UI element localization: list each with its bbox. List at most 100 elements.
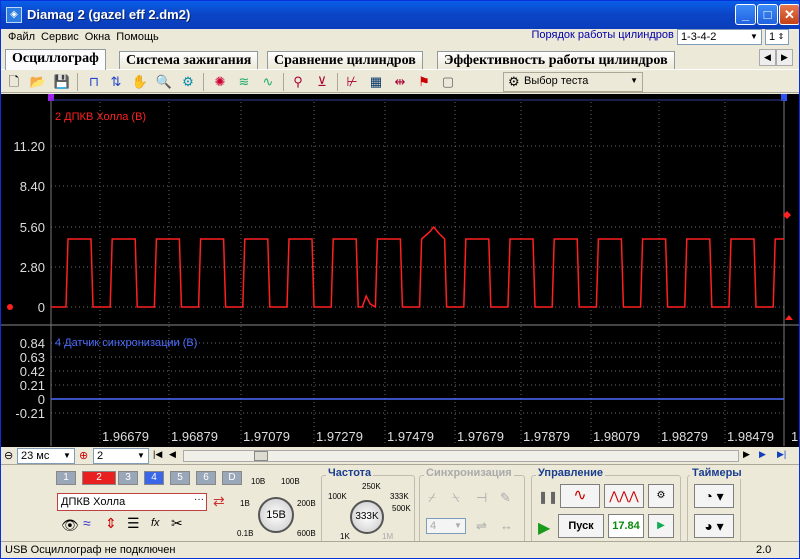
channel2-y-ticks: 0.840.630.420.210-0.21: [15, 336, 45, 421]
oscilloscope-area[interactable]: 2 ДПКВ Холла (В) 4 Датчик синхронизации …: [1, 94, 799, 449]
start-button[interactable]: Пуск: [558, 514, 604, 538]
minimize-button[interactable]: _: [735, 4, 756, 25]
timer2-button[interactable]: ◕ ▾: [694, 514, 734, 538]
title-bar: ◈ Diamag 2 (gazel eff 2.dm2) _ □ ✕: [1, 1, 799, 29]
channel-button-3[interactable]: 3: [118, 471, 138, 485]
scroll-right-icon[interactable]: ▶: [743, 449, 750, 460]
sync-arrows-icon[interactable]: ↔: [500, 518, 513, 533]
time-scrollbar[interactable]: [183, 450, 739, 462]
new-icon[interactable]: 🗋: [5, 73, 23, 91]
lines-icon[interactable]: ☰: [127, 515, 140, 532]
channel-button-6[interactable]: 6: [196, 471, 216, 485]
wave-filter-icon[interactable]: ≈: [83, 515, 91, 531]
table-icon[interactable]: ▦: [367, 73, 385, 91]
chevron-down-icon: ▼: [454, 521, 462, 530]
menu-windows[interactable]: Окна: [82, 29, 114, 45]
timebase-select[interactable]: 23 мс ▼: [17, 448, 75, 464]
sync-channel-select[interactable]: 4 ▼: [426, 518, 466, 534]
auto-play-button[interactable]: ▶: [648, 514, 674, 538]
sync-channel-value: 4: [430, 520, 437, 532]
tab-cylinder-compare[interactable]: Сравнение цилиндров: [267, 51, 423, 69]
voltage-knob-group: 15В 10В 100В 1В 200В 0.1В 600В: [233, 477, 319, 543]
scroll-thumb[interactable]: [254, 451, 268, 461]
invert-icon[interactable]: ⇕: [105, 515, 117, 532]
cross-icon[interactable]: ✺: [211, 73, 229, 91]
tab-oscilloscope[interactable]: Осциллограф: [5, 49, 106, 70]
tab-scroll: ◀ ▶: [759, 49, 795, 67]
tab-bar: Осциллограф Система зажигания Сравнение …: [5, 49, 795, 70]
open-icon[interactable]: 📂: [29, 73, 47, 91]
cursor-icon[interactable]: ⊬: [343, 73, 361, 91]
page-icon[interactable]: ▢: [439, 73, 457, 91]
marker-icon[interactable]: ⇹: [391, 73, 409, 91]
y-tick-label: 11.20: [13, 139, 45, 154]
menu-file[interactable]: Файл: [5, 29, 38, 45]
oscilloscope-svg[interactable]: 2 ДПКВ Холла (В) 4 Датчик синхронизации …: [1, 94, 799, 449]
sync-level-icon[interactable]: ⇌: [476, 518, 487, 534]
channel-button-1[interactable]: 1: [56, 471, 76, 485]
test-select[interactable]: ⚙ Выбор теста ▼: [503, 72, 643, 92]
scroll-start-icon[interactable]: |◀: [153, 449, 162, 460]
sine-button[interactable]: ∿: [560, 484, 600, 508]
sync-fall-icon[interactable]: ⍀: [452, 490, 460, 506]
zero-icon[interactable]: ⊻: [313, 73, 331, 91]
channel-button-2[interactable]: 2: [82, 471, 116, 485]
frequency-knob[interactable]: 333K: [350, 500, 384, 534]
flag-icon[interactable]: ⚑: [415, 73, 433, 91]
wave-icon[interactable]: ≋: [235, 73, 253, 91]
fx-icon[interactable]: fx: [151, 517, 160, 529]
more-icon[interactable]: ···: [194, 494, 204, 505]
channel-name-field[interactable]: ДПКВ Холла ···: [57, 493, 207, 511]
play-icon[interactable]: ▶: [538, 518, 550, 538]
channel1-trace: [51, 225, 784, 309]
sync-edge-icon[interactable]: ⊣: [476, 490, 487, 506]
channel-button-4[interactable]: 4: [144, 471, 164, 485]
hand-icon[interactable]: ✋: [131, 73, 149, 91]
tab-left-icon[interactable]: ◀: [759, 49, 776, 66]
chevron-down-icon: ▼: [63, 451, 71, 460]
vertical-zoom-icon[interactable]: ⇅: [107, 73, 125, 91]
close-button[interactable]: ✕: [779, 4, 799, 25]
filter-icon[interactable]: ⚙: [179, 73, 197, 91]
fit-icon[interactable]: ⊓: [85, 73, 103, 91]
sync-rise-icon[interactable]: ⌿: [428, 490, 436, 506]
zoom-icon[interactable]: 🔍: [155, 73, 173, 91]
noise-button[interactable]: ⋀⋀⋀: [604, 484, 644, 508]
eye-icon[interactable]: 👁: [61, 517, 79, 534]
test-icon: ⚙: [508, 74, 520, 89]
voltage-label-200v: 200В: [297, 499, 316, 508]
zoom-out-icon[interactable]: ⊖: [4, 449, 13, 462]
auto-button[interactable]: ⚙: [648, 484, 674, 508]
cylinder-order-select[interactable]: 1-3-4-2 ▼: [676, 29, 762, 45]
channel-select[interactable]: 2 ▼: [93, 448, 149, 464]
channel-button-5[interactable]: 5: [170, 471, 190, 485]
scroll-end-icon[interactable]: ▶|: [777, 449, 786, 460]
channel-icon: ⊕: [79, 450, 89, 462]
sync-mode-icon[interactable]: ✎: [500, 490, 511, 506]
menu-help[interactable]: Помощь: [113, 29, 162, 45]
tab-right-icon[interactable]: ▶: [776, 49, 793, 66]
tab-ignition[interactable]: Система зажигания: [119, 51, 259, 69]
menu-service[interactable]: Сервис: [38, 29, 82, 45]
channel2-label: 4 Датчик синхронизации (В): [55, 337, 197, 349]
tools-icon[interactable]: ✂: [171, 515, 183, 532]
freq-label-333k: 333K: [390, 492, 409, 501]
timer1-button[interactable]: ◔ ▾: [694, 484, 734, 508]
auto-icon[interactable]: ⚲: [289, 73, 307, 91]
save-icon[interactable]: 💾: [53, 73, 71, 91]
pause-icon[interactable]: ❚❚: [538, 490, 558, 504]
channel1-zero-marker[interactable]: [7, 304, 13, 310]
play-icon[interactable]: ▶: [759, 449, 766, 460]
maximize-button[interactable]: □: [757, 4, 778, 25]
timers-group: Таймеры ◔ ▾ ◕ ▾: [687, 467, 744, 545]
wave2-icon[interactable]: ∿: [259, 73, 277, 91]
status-bar: USB Осциллограф не подключен 2.0: [1, 541, 799, 558]
cylinder-count-select[interactable]: 1 ⇕: [765, 29, 789, 45]
x-tick-label: 1.97879: [523, 429, 570, 444]
scroll-left-icon[interactable]: ◀: [169, 449, 176, 460]
channel1-bottom-marker[interactable]: [785, 315, 793, 320]
voltage-knob[interactable]: 15В: [258, 497, 294, 533]
voltage-label-100v: 100В: [281, 477, 300, 486]
tab-cylinder-efficiency[interactable]: Эффективность работы цилиндров: [437, 51, 675, 69]
link-icon[interactable]: ⇄: [213, 493, 225, 510]
